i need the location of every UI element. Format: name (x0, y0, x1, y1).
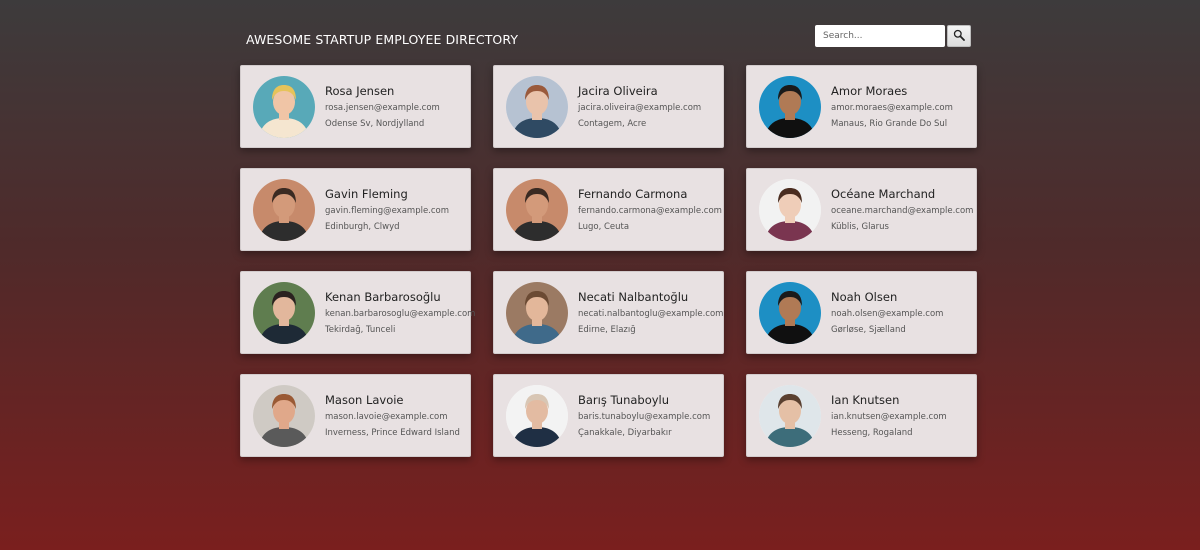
employee-name: Mason Lavoie (325, 393, 404, 407)
employee-name: Gavin Fleming (325, 187, 408, 201)
employee-email: kenan.barbarosoglu@example.com (325, 309, 476, 319)
employee-location: Contagem, Acre (578, 119, 647, 129)
employee-name: Barış Tunaboylu (578, 393, 670, 407)
employee-card[interactable]: Gavin Fleming gavin.fleming@example.com Ed… (240, 168, 471, 251)
employee-email: fernando.carmona@example.com (578, 206, 722, 216)
employee-location: Tekirdağ, Tunceli (325, 325, 396, 335)
employee-card[interactable]: Fernando Carmona fernando.carmona@example… (493, 168, 724, 251)
avatar (506, 75, 568, 138)
employee-info: Mason Lavoie mason.lavoie@example.com Inve… (325, 393, 460, 438)
employee-card[interactable]: Océane Marchand oceane.marchand@example.c… (746, 168, 977, 251)
employee-card[interactable]: Noah Olsen noah.olsen@example.com Gørløse,… (746, 271, 977, 354)
employee-info: Noah Olsen noah.olsen@example.com Gørløse,… (831, 290, 943, 335)
employee-card[interactable]: Kenan Barbarosoğlu kenan.barbarosoglu@exa… (240, 271, 475, 354)
employee-email: noah.olsen@example.com (831, 309, 944, 319)
employee-name: Rosa Jensen (325, 84, 395, 98)
avatar (506, 281, 568, 344)
avatar (759, 75, 821, 138)
employee-location: Edinburgh, Clwyd (325, 222, 400, 232)
employee-grid: Rosa Jensen rosa.jensen@example.com Odense… (240, 65, 977, 457)
employee-name: Amor Moraes (831, 84, 908, 98)
avatar (506, 178, 568, 241)
employee-email: oceane.marchand@example.com (831, 206, 974, 216)
employee-email: necati.nalbantoglu@example.com (578, 309, 724, 319)
avatar (253, 75, 315, 138)
avatar (759, 281, 821, 344)
employee-card[interactable]: Ian Knutsen ian.knutsen@example.com Hessen… (746, 374, 977, 457)
employee-info: Necati Nalbantoğlu necati.nalbantoglu@exa… (578, 290, 723, 335)
employee-email: baris.tunaboylu@example.com (578, 412, 711, 422)
employee-name: Fernando Carmona (578, 187, 688, 201)
avatar (253, 281, 315, 344)
employee-email: jacira.oliveira@example.com (578, 103, 702, 113)
employee-info: Rosa Jensen rosa.jensen@example.com Odense… (325, 84, 440, 129)
avatar (253, 384, 315, 447)
employee-email: rosa.jensen@example.com (325, 103, 440, 113)
employee-email: ian.knutsen@example.com (831, 412, 947, 422)
employee-location: Küblis, Glarus (831, 222, 889, 232)
employee-name: Noah Olsen (831, 290, 898, 304)
search-bar (815, 25, 971, 47)
employee-name: Jacira Oliveira (578, 84, 658, 98)
employee-name: Kenan Barbarosoğlu (325, 290, 441, 304)
employee-info: Barış Tunaboylu baris.tunaboylu@example.c… (578, 393, 710, 438)
employee-name: Ian Knutsen (831, 393, 900, 407)
employee-location: Hesseng, Rogaland (831, 428, 913, 438)
avatar (759, 384, 821, 447)
employee-name: Océane Marchand (831, 187, 936, 201)
employee-info: Amor Moraes amor.moraes@example.com Manaus… (831, 84, 953, 129)
employee-email: amor.moraes@example.com (831, 103, 953, 113)
employee-info: Océane Marchand oceane.marchand@example.c… (831, 187, 973, 232)
avatar (759, 178, 821, 241)
employee-card[interactable]: Necati Nalbantoğlu necati.nalbantoglu@exa… (493, 271, 724, 354)
employee-location: Lugo, Ceuta (578, 222, 630, 232)
search-button[interactable] (947, 25, 971, 47)
avatar (506, 384, 568, 447)
employee-info: Kenan Barbarosoğlu kenan.barbarosoglu@exa… (325, 290, 475, 335)
employee-card[interactable]: Barış Tunaboylu baris.tunaboylu@example.c… (493, 374, 724, 457)
employee-location: Odense Sv, Nordjylland (325, 119, 425, 129)
avatar (253, 178, 315, 241)
search-input[interactable] (815, 25, 945, 47)
employee-location: Gørløse, Sjælland (831, 325, 906, 335)
page-title: AWESOME STARTUP EMPLOYEE DIRECTORY (246, 32, 519, 47)
employee-location: Inverness, Prince Edward Island (325, 428, 460, 438)
employee-email: gavin.fleming@example.com (325, 206, 450, 216)
employee-card[interactable]: Rosa Jensen rosa.jensen@example.com Odense… (240, 65, 471, 148)
employee-info: Jacira Oliveira jacira.oliveira@example.c… (578, 84, 701, 129)
employee-card[interactable]: Jacira Oliveira jacira.oliveira@example.c… (493, 65, 724, 148)
employee-email: mason.lavoie@example.com (325, 412, 448, 422)
employee-info: Fernando Carmona fernando.carmona@example… (578, 187, 722, 232)
employee-location: Edirne, Elazığ (578, 325, 636, 335)
employee-card[interactable]: Amor Moraes amor.moraes@example.com Manaus… (746, 65, 977, 148)
employee-location: Manaus, Rio Grande Do Sul (831, 119, 948, 129)
employee-location: Çanakkale, Diyarbakır (578, 428, 672, 438)
employee-info: Ian Knutsen ian.knutsen@example.com Hessen… (831, 393, 947, 438)
employee-name: Necati Nalbantoğlu (578, 290, 689, 304)
magnifier-icon (953, 29, 965, 44)
employee-info: Gavin Fleming gavin.fleming@example.com Ed… (325, 187, 449, 232)
employee-card[interactable]: Mason Lavoie mason.lavoie@example.com Inve… (240, 374, 471, 457)
